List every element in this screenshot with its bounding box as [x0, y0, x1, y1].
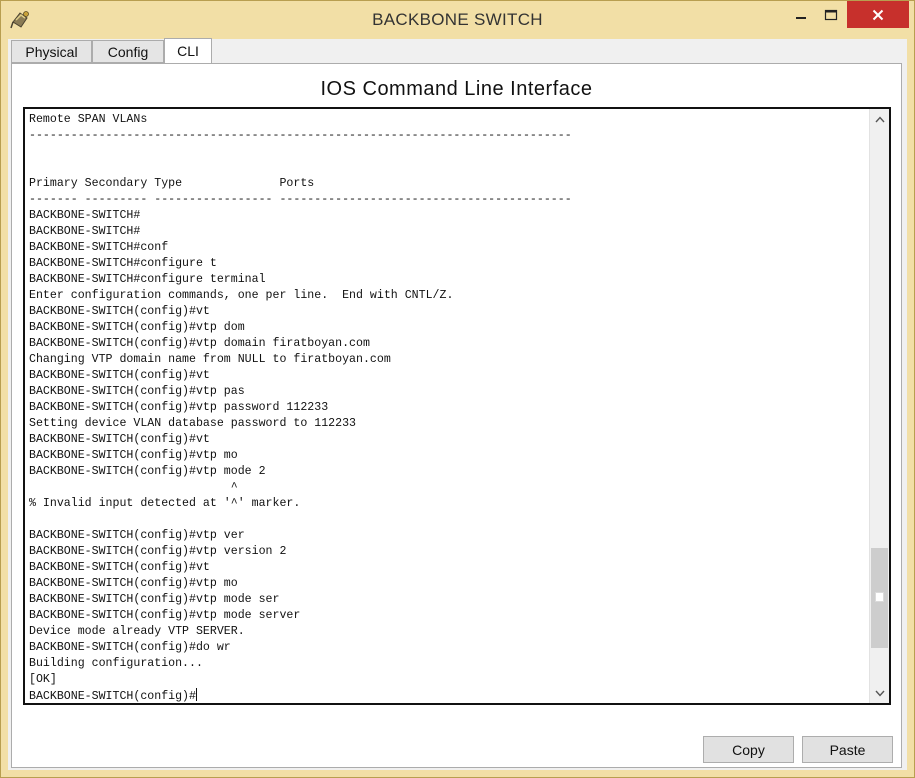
- console-line: BACKBONE-SWITCH(config)#vt: [29, 369, 210, 382]
- console-line: % Invalid input detected at '^' marker.: [29, 497, 301, 510]
- console-prompt-line[interactable]: BACKBONE-SWITCH(config)#: [29, 688, 572, 703]
- minimize-icon: [795, 17, 806, 19]
- scroll-up-button[interactable]: [870, 110, 889, 128]
- console-line: BACKBONE-SWITCH(config)#vtp mode ser: [29, 593, 280, 606]
- console-line: Enter configuration commands, one per li…: [29, 289, 454, 302]
- console-line: ------- --------- ----------------- ----…: [29, 193, 572, 206]
- console-line: BACKBONE-SWITCH#: [29, 225, 141, 238]
- tab-cli[interactable]: CLI: [164, 38, 212, 63]
- maximize-icon: [824, 9, 838, 21]
- chevron-down-icon: [874, 690, 885, 697]
- window-client-area: Physical Config CLI IOS Command Line Int…: [8, 38, 907, 770]
- close-icon: [872, 9, 884, 20]
- console-line: [OK]: [29, 673, 57, 686]
- console-line: Device mode already VTP SERVER.: [29, 625, 245, 638]
- console-line: BACKBONE-SWITCH#configure t: [29, 257, 217, 270]
- console-line: Changing VTP domain name from NULL to fi…: [29, 353, 391, 366]
- console-line: BACKBONE-SWITCH#conf: [29, 241, 169, 254]
- console-line: BACKBONE-SWITCH(config)#vt: [29, 433, 210, 446]
- chevron-up-icon: [874, 115, 885, 122]
- console-line: BACKBONE-SWITCH(config)#vtp password 112…: [29, 401, 329, 414]
- title-bar[interactable]: BACKBONE SWITCH: [1, 1, 914, 37]
- console-line: BACKBONE-SWITCH(config)#vtp mode 2: [29, 465, 266, 478]
- console-line: BACKBONE-SWITCH(config)#vt: [29, 561, 210, 574]
- device-window: BACKBONE SWITCH Physical Config CLI IOS …: [0, 0, 915, 778]
- console-line: BACKBONE-SWITCH(config)#do wr: [29, 641, 231, 654]
- console-line: BACKBONE-SWITCH(config)#vtp domain firat…: [29, 337, 370, 350]
- console-line: BACKBONE-SWITCH(config)#vtp dom: [29, 321, 245, 334]
- scrollbar-thumb[interactable]: [871, 547, 888, 648]
- console-line: BACKBONE-SWITCH(config)#vtp mo: [29, 449, 238, 462]
- console-line: Setting device VLAN database password to…: [29, 417, 356, 430]
- console-line: BACKBONE-SWITCH(config)#vtp mo: [29, 577, 238, 590]
- console-line: BACKBONE-SWITCH(config)#vt: [29, 305, 210, 318]
- maximize-button[interactable]: [817, 2, 845, 28]
- console-line: BACKBONE-SWITCH(config)#vtp ver: [29, 529, 245, 542]
- console-line: BACKBONE-SWITCH#: [29, 209, 141, 222]
- text-cursor: [195, 688, 197, 701]
- console-line: BACKBONE-SWITCH(config)#vtp pas: [29, 385, 245, 398]
- cli-console[interactable]: Remote SPAN VLANs -----------------------…: [23, 107, 891, 705]
- window-title: BACKBONE SWITCH: [372, 10, 543, 29]
- console-line: Building configuration...: [29, 657, 203, 670]
- console-line: ^: [29, 481, 238, 494]
- console-line: Remote SPAN VLANs: [29, 113, 148, 126]
- cli-panel: IOS Command Line Interface Remote SPAN V…: [11, 63, 902, 768]
- console-line: BACKBONE-SWITCH#configure terminal: [29, 273, 266, 286]
- console-line: BACKBONE-SWITCH(config)#vtp mode server: [29, 609, 301, 622]
- console-output[interactable]: Remote SPAN VLANs -----------------------…: [29, 112, 572, 703]
- console-line: Primary Secondary Type Ports: [29, 177, 315, 190]
- copy-button[interactable]: Copy: [703, 736, 794, 763]
- close-button[interactable]: [847, 1, 909, 28]
- console-scrollbar[interactable]: [869, 109, 889, 703]
- paste-button[interactable]: Paste: [802, 736, 893, 763]
- tab-physical[interactable]: Physical: [11, 40, 92, 63]
- console-line: ----------------------------------------…: [29, 129, 572, 142]
- minimize-button[interactable]: [787, 2, 814, 28]
- scroll-down-button[interactable]: [870, 684, 889, 702]
- console-line: BACKBONE-SWITCH(config)#vtp version 2: [29, 545, 287, 558]
- cli-heading: IOS Command Line Interface: [320, 78, 593, 100]
- tab-config[interactable]: Config: [92, 40, 164, 63]
- scrollbar-grip: [875, 591, 884, 602]
- console-prompt: BACKBONE-SWITCH(config)#: [29, 690, 196, 703]
